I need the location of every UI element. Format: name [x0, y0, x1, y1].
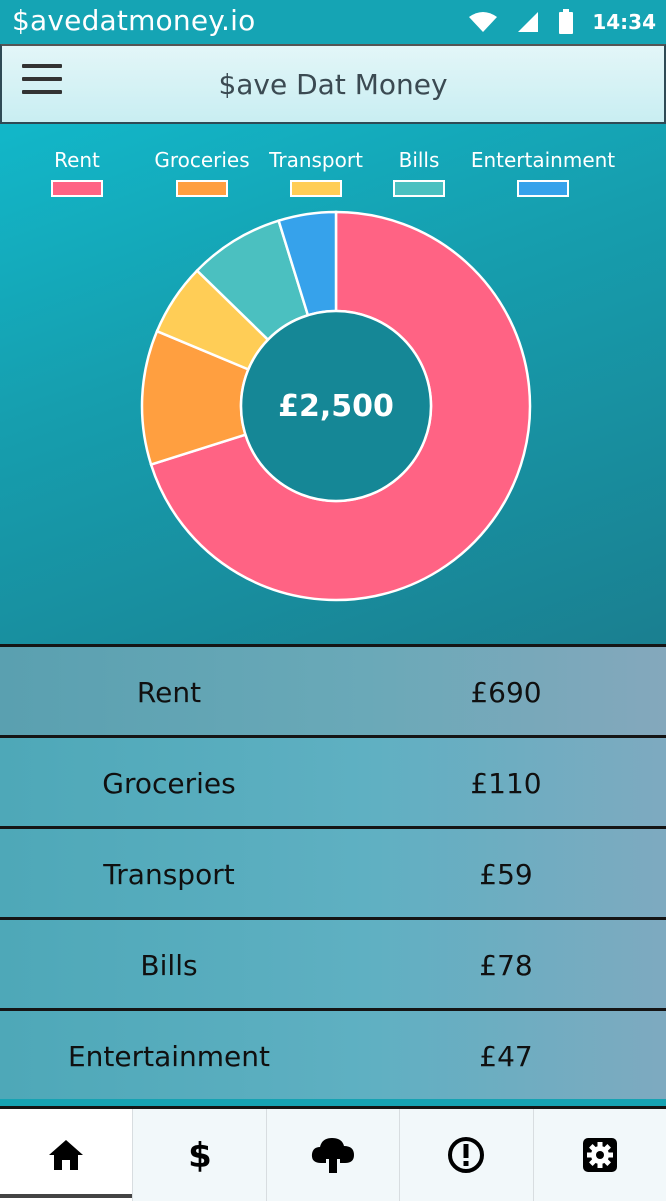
table-row[interactable]: Groceries £110 — [0, 735, 666, 826]
status-bar: $avedatmoney.io 14:34 — [0, 0, 666, 44]
dollar-icon: $ — [188, 1136, 212, 1175]
legend-item-bills[interactable]: Bills — [390, 148, 448, 197]
legend-swatch — [393, 180, 445, 197]
table-row[interactable]: Entertainment £47 — [0, 1008, 666, 1099]
status-time: 14:34 — [592, 10, 656, 34]
legend-label: Transport — [269, 148, 363, 172]
expense-table: Rent £690 Groceries £110 Transport £59 B… — [0, 644, 666, 1106]
legend-item-groceries[interactable]: Groceries — [150, 148, 254, 197]
legend-label: Bills — [398, 148, 440, 172]
nav-tab-home[interactable] — [0, 1109, 134, 1201]
expense-amount: £110 — [470, 767, 542, 800]
nav-tab-settings[interactable] — [534, 1109, 666, 1201]
expense-amount: £47 — [479, 1040, 533, 1073]
cloud-upload-icon — [311, 1138, 355, 1173]
legend-item-transport[interactable]: Transport — [266, 148, 366, 197]
battery-icon — [559, 9, 574, 34]
page-title: $ave Dat Money — [218, 68, 448, 101]
chart-area: Rent Groceries Transport Bills Entertain… — [0, 124, 666, 646]
signal-icon — [518, 12, 539, 32]
donut-center-label: £2,500 — [278, 389, 394, 424]
status-icons: 14:34 — [468, 0, 656, 44]
nav-tab-dollar[interactable]: $ — [133, 1109, 267, 1201]
expense-name: Transport — [103, 858, 235, 891]
settings-icon — [582, 1138, 617, 1172]
svg-text:$: $ — [188, 1136, 212, 1175]
legend-label: Groceries — [154, 148, 250, 172]
app-bar: $ave Dat Money — [0, 44, 666, 124]
legend-label: Rent — [54, 148, 100, 172]
expense-name: Entertainment — [67, 1040, 271, 1073]
bottom-nav: $ — [0, 1106, 666, 1201]
nav-tab-alerts[interactable] — [400, 1109, 534, 1201]
expense-name: Groceries — [102, 767, 236, 800]
expense-amount: £690 — [470, 676, 542, 709]
legend-swatch — [517, 180, 569, 197]
legend-label: Entertainment — [470, 148, 616, 172]
donut-chart: £2,500 — [140, 210, 532, 602]
expense-name: Bills — [140, 949, 198, 982]
chart-legend: Rent Groceries Transport Bills Entertain… — [0, 148, 666, 208]
table-row[interactable]: Bills £78 — [0, 917, 666, 1008]
home-icon — [49, 1140, 84, 1170]
legend-swatch — [290, 180, 342, 197]
legend-item-entertainment[interactable]: Entertainment — [466, 148, 620, 197]
legend-swatch — [51, 180, 103, 197]
status-bar-title: $avedatmoney.io — [12, 4, 256, 37]
wifi-icon — [469, 12, 498, 32]
expense-amount: £59 — [479, 858, 533, 891]
expense-name: Rent — [136, 676, 202, 709]
table-row[interactable]: Rent £690 — [0, 644, 666, 735]
legend-item-rent[interactable]: Rent — [44, 148, 110, 197]
nav-tab-upload[interactable] — [267, 1109, 401, 1201]
alert-icon — [448, 1137, 485, 1173]
expense-amount: £78 — [479, 949, 533, 982]
legend-swatch — [176, 180, 228, 197]
table-row[interactable]: Transport £59 — [0, 826, 666, 917]
